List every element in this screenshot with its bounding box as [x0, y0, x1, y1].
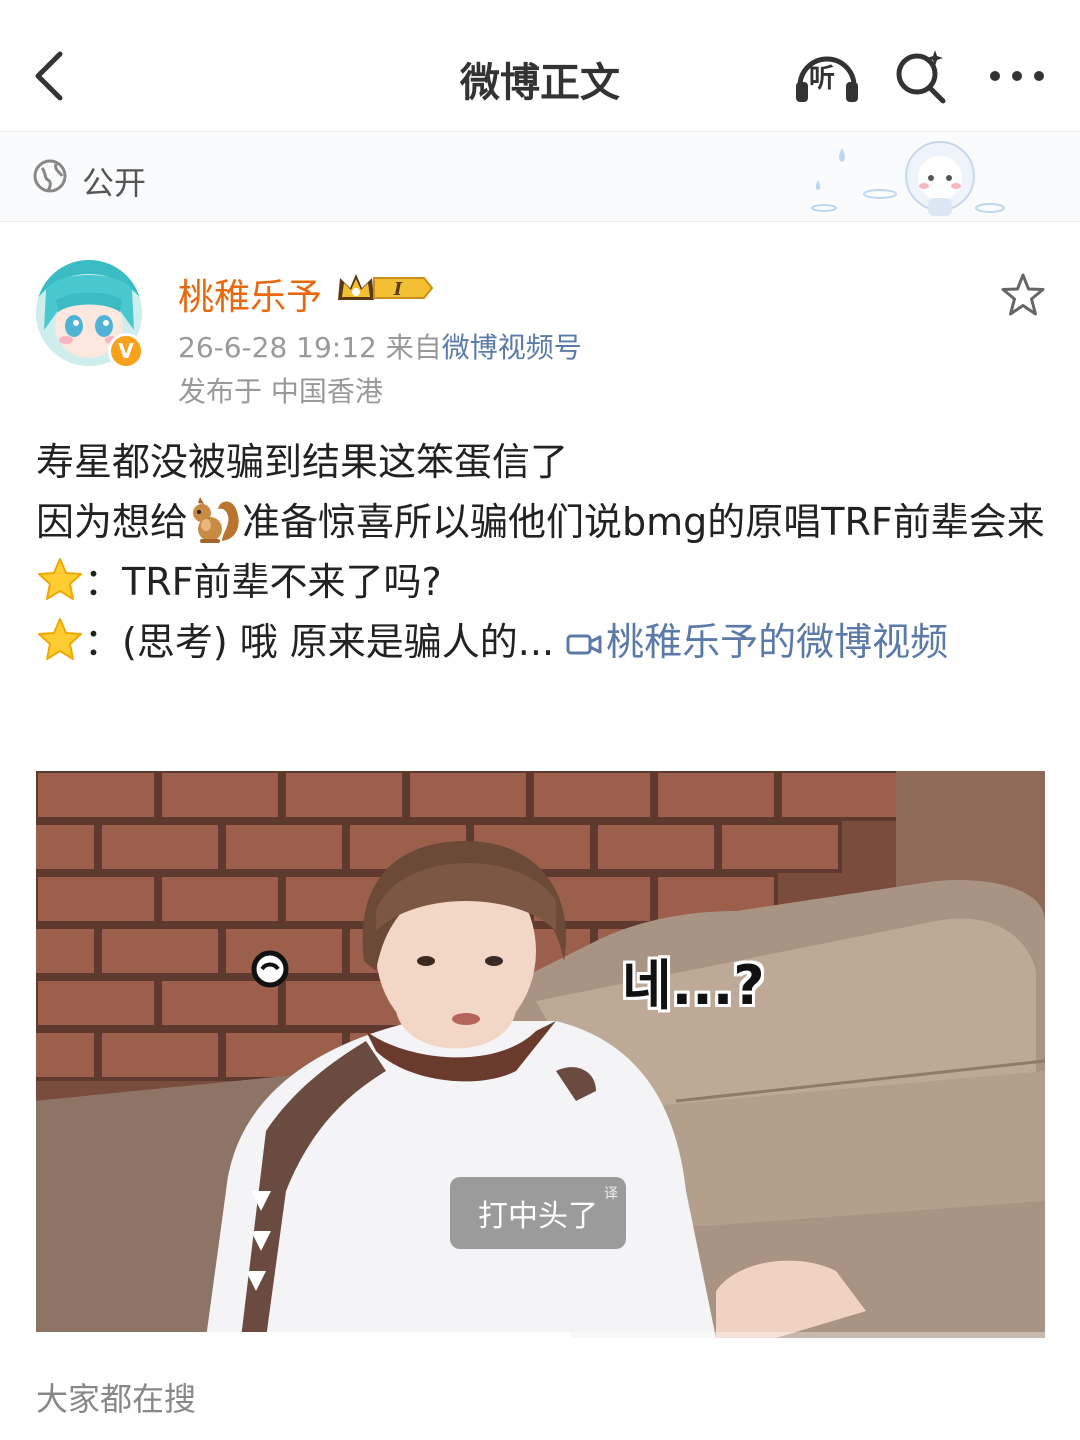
- favorite-button[interactable]: [1000, 272, 1046, 318]
- verified-badge: V: [108, 333, 144, 369]
- video-subtitle-text: 打中头了: [478, 1199, 598, 1234]
- star-emoji-icon: [38, 618, 82, 660]
- post-source-link[interactable]: 微博视频号: [442, 331, 582, 364]
- post-location: 发布于 中国香港: [178, 375, 383, 408]
- video-frame-image: [36, 771, 1045, 1338]
- video-camera-icon: [566, 634, 602, 655]
- video-link[interactable]: 桃稚乐予的微博视频: [566, 620, 948, 664]
- video-player[interactable]: 네...? 打中头了 译: [36, 771, 1045, 1338]
- author-name[interactable]: 桃稚乐予: [178, 268, 322, 320]
- post-text-line: ：TRF前辈不来了吗?: [36, 552, 1046, 612]
- listen-button[interactable]: 听: [792, 46, 862, 106]
- post-time: 26-6-28 19:12: [178, 331, 377, 364]
- more-dots-icon: [990, 71, 1044, 81]
- search-icon: [896, 50, 946, 104]
- star-emoji-icon: [38, 558, 82, 600]
- video-progress-bar[interactable]: [36, 1332, 1045, 1338]
- post-meta: 26-6-28 19:12 来自微博视频号: [178, 326, 582, 366]
- source-prefix: 来自: [385, 331, 442, 364]
- post-text-segment: 因为想给: [36, 500, 189, 544]
- video-overlay-text: 네...?: [622, 954, 765, 1017]
- trending-title: 大家都在搜: [36, 1380, 197, 1418]
- post-text-segment: 准备惊喜所以骗他们说bmg的原唱TRF前辈会来: [242, 500, 1045, 544]
- post-text-line: ：(思考) 哦 原来是骗人的... 桃稚乐予的微博视频: [36, 612, 1046, 672]
- decoration-sticker-icon: [811, 141, 1005, 216]
- video-progress-fill: [36, 1332, 571, 1338]
- translate-mark[interactable]: 译: [604, 1183, 618, 1203]
- visibility-label: 公开: [82, 164, 147, 202]
- post-text-line: 寿星都没被骗到结果这笨蛋信了: [36, 440, 569, 484]
- video-link-label: 桃稚乐予的微博视频: [606, 620, 949, 664]
- squirrel-emoji-icon: [193, 497, 239, 543]
- badge-level-text: I: [393, 279, 403, 300]
- search-button[interactable]: [886, 46, 956, 106]
- post-body: 寿星都没被骗到结果这笨蛋信了 因为想给 准备惊喜所以骗他们说bmg的原唱TRF前…: [36, 432, 1046, 672]
- globe-icon: [33, 159, 67, 193]
- post-text-segment: ：TRF前辈不来了吗?: [84, 560, 442, 604]
- post-text-line: 因为想给 准备惊喜所以骗他们说bmg的原唱TRF前辈会来: [36, 492, 1046, 552]
- visibility-bar: 公开: [0, 132, 1080, 222]
- crown-level-badge-icon: I: [338, 274, 434, 300]
- top-nav-bar: 微博正文 听: [0, 0, 1080, 132]
- more-button[interactable]: [982, 46, 1052, 106]
- video-subtitle: 打中头了 译: [450, 1177, 626, 1249]
- post-text-segment: ：(思考) 哦 原来是骗人的...: [84, 620, 555, 664]
- star-outline-icon: [1001, 273, 1045, 316]
- listen-label: 听: [809, 64, 836, 94]
